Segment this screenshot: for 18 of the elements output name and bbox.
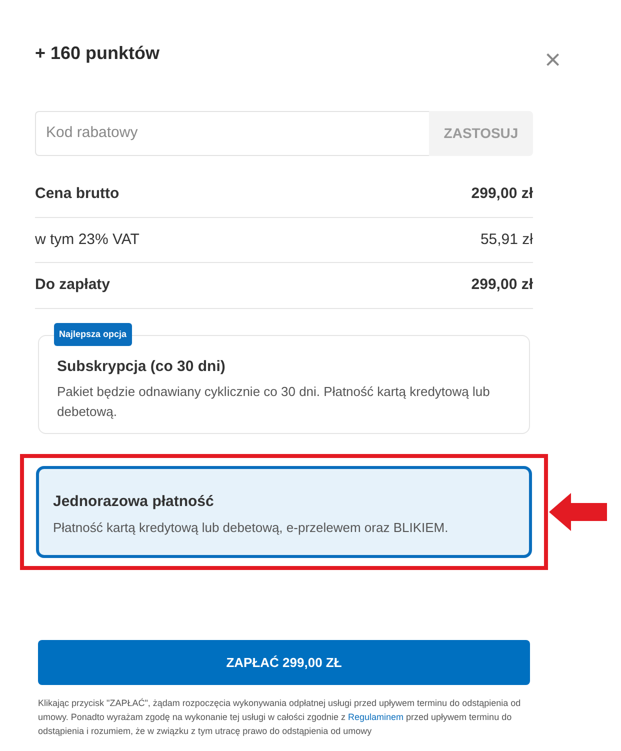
option-title: Subskrypcja (co 30 dni) [57, 356, 226, 376]
option-title: Jednorazowa płatność [53, 492, 215, 512]
option-description: Pakiet będzie odnawiany cyklicznie co 30 dni. Płatność kartą kredytową lub debetową. [57, 383, 491, 421]
close-button[interactable]: × [544, 46, 561, 74]
payment-option[interactable]: Jednorazowa płatność Płatność kartą kredytową lub debetową, e-przelewem oraz BLIKIEM. [36, 466, 532, 558]
discount-code-field[interactable]: Kod rabatowy [35, 111, 429, 156]
dialog-title: + 160 punktów [35, 42, 161, 65]
terms-link[interactable]: Regulaminem [348, 712, 404, 722]
legal-notice: Klikając przycisk "ZAPŁAĆ", żądam rozpoczęcia wykonywania odpłatnej usługi przed upływem terminu do odstąpienia od umowy. Ponadto wyrażam zgodę na wykonanie tej usługi w całości zgodnie z Regulaminem przed upływem terminu do odstąpienia i rozumiem, że w związku z tym utracę prawo do odstąpienia od umowy [38, 697, 522, 738]
best-option-badge: Najlepsza opcja [54, 322, 132, 346]
summary-label: w tym 23% VAT [35, 230, 140, 250]
option-description: Płatność kartą kredytową lub debetową, e-przelewem oraz BLIKIEM. [53, 518, 450, 537]
summary-value: 299,00 zł [471, 184, 533, 204]
summary-label: Do zapłaty [35, 275, 110, 295]
pay-button[interactable]: ZAPŁAĆ 299,00 ZŁ [38, 640, 530, 685]
summary-label: Cena brutto [35, 184, 120, 204]
summary-value: 299,00 zł [471, 275, 533, 295]
summary-value: 55,91 zł [480, 230, 533, 250]
